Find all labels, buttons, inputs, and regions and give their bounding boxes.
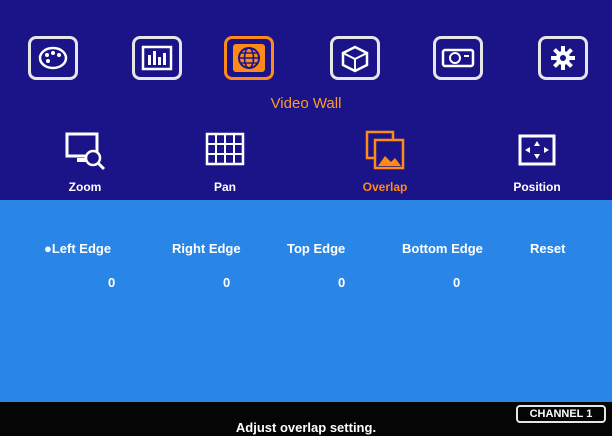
submenu-label: Zoom [68,180,102,194]
overlap-icon [365,130,405,170]
option-left-edge[interactable]: ●Left Edge [44,241,111,256]
left-edge-value: 0 [108,275,116,290]
top-edge-value: 0 [338,275,346,290]
submenu-label: Overlap [362,180,408,194]
option-top-edge[interactable]: Top Edge [287,241,345,256]
bottom-edge-value: 0 [453,275,461,290]
tab-settings[interactable] [538,36,588,80]
grid-pan-icon [205,132,245,166]
submenu-label: Position [513,180,561,194]
tab-output[interactable] [433,36,483,80]
submenu-pan[interactable]: Pan [180,128,270,194]
tab-audio[interactable] [132,36,182,80]
monitor-zoom-icon [65,132,106,171]
gear-icon [551,46,575,70]
channel-badge: CHANNEL 1 [516,405,606,423]
right-edge-value: 0 [223,275,231,290]
main-tab-bar [0,36,612,80]
submenu-overlap[interactable]: Overlap [340,128,430,194]
option-reset[interactable]: Reset [530,241,565,256]
tab-video-wall[interactable] [224,36,274,80]
settings-panel [0,200,612,402]
submenu-zoom[interactable]: Zoom [40,128,130,194]
equalizer-icon [141,45,173,71]
option-right-edge[interactable]: Right Edge [172,241,241,256]
option-bottom-edge[interactable]: Bottom Edge [402,241,483,256]
menu-title: Video Wall [270,95,342,112]
position-icon [518,134,556,166]
3d-cube-icon [341,45,369,73]
submenu-label: Pan [213,180,236,194]
globe-icon [233,44,265,72]
projector-icon [441,48,475,68]
submenu-position[interactable]: Position [492,128,582,194]
palette-icon [38,46,68,70]
tab-3d[interactable] [330,36,380,80]
tab-color[interactable] [28,36,78,80]
